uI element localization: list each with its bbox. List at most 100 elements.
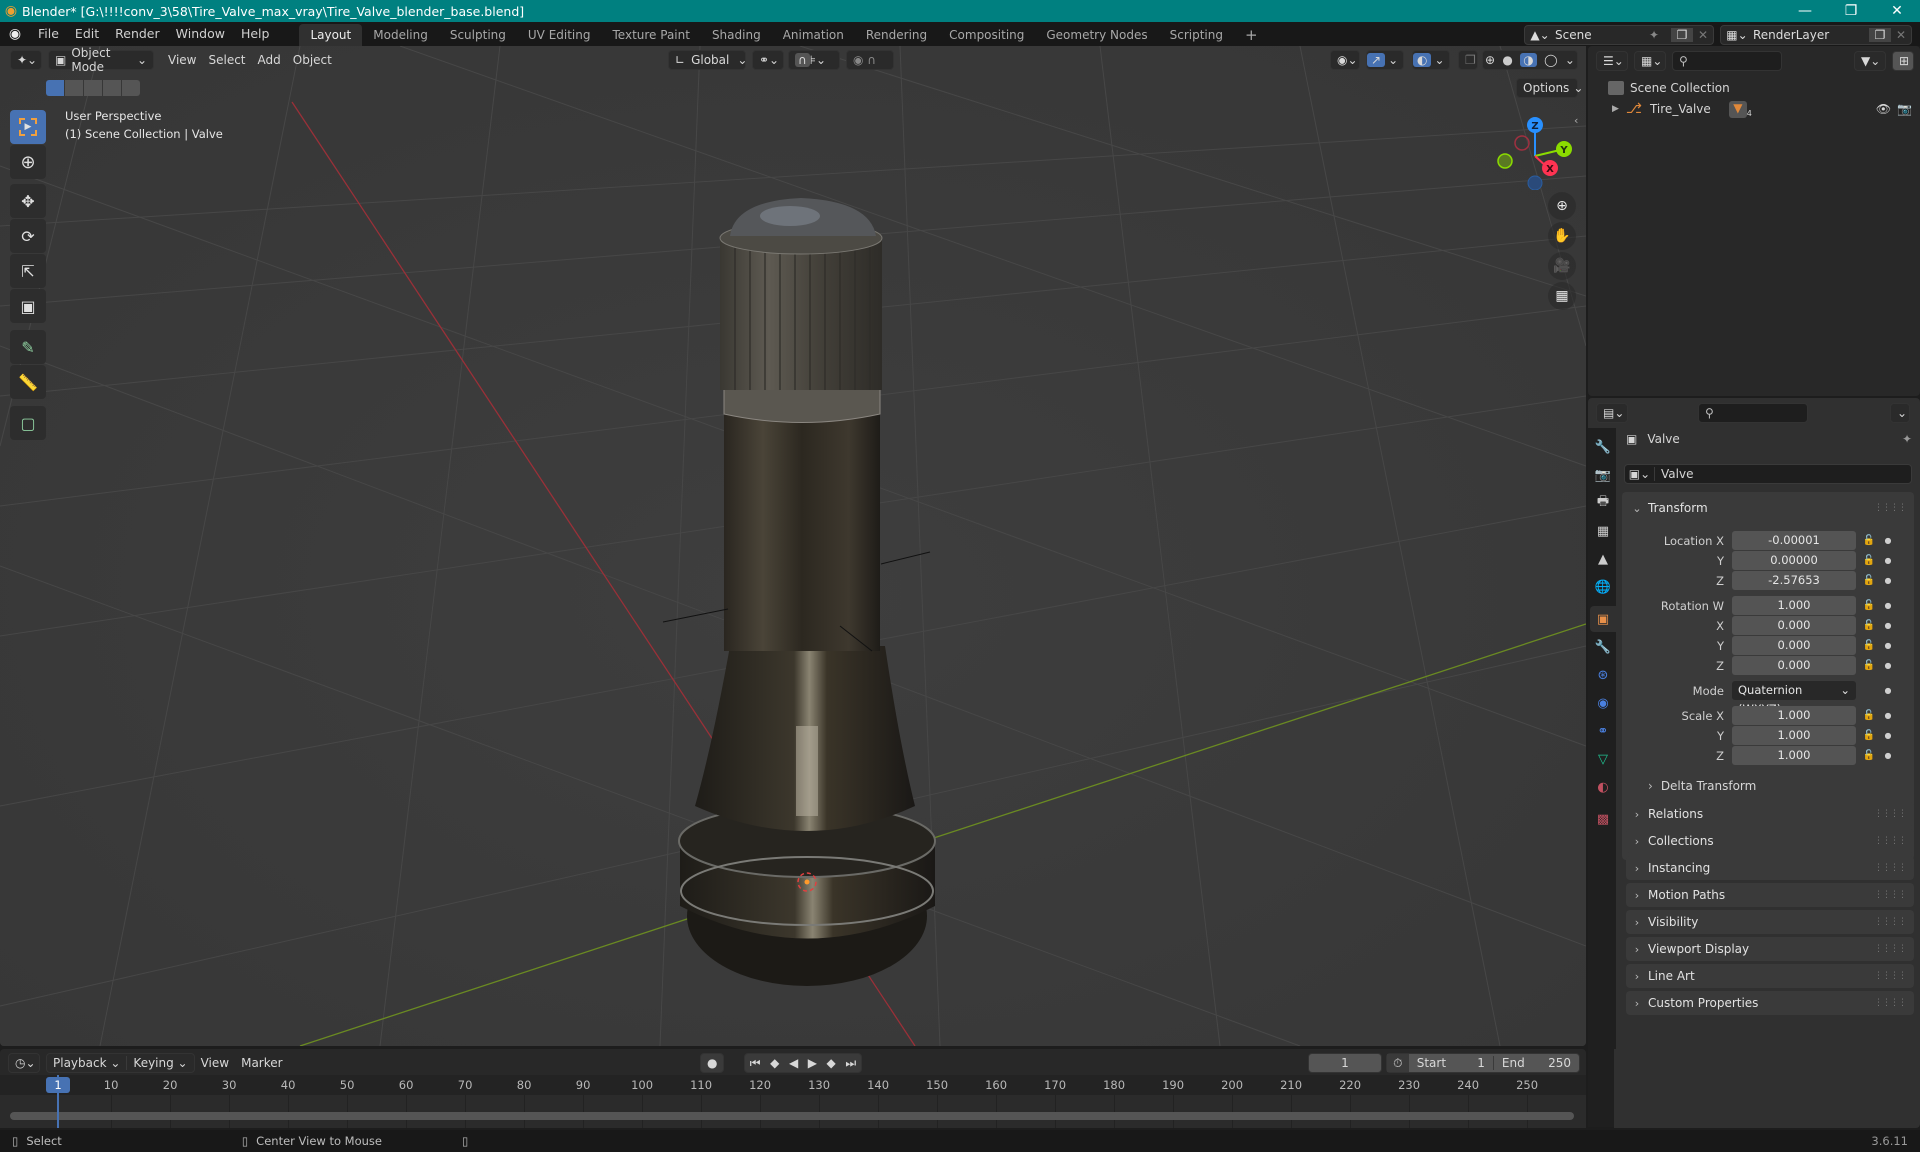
panel-motion-paths[interactable]: › Motion Paths ⋮⋮⋮⋮ <box>1626 883 1914 907</box>
view-layer-selector[interactable]: ▦⌄ RenderLayer ❐ ✕ <box>1720 25 1912 45</box>
tab-modifiers[interactable]: 🔧 <box>1590 634 1616 660</box>
playback-menu[interactable]: Playback ⌄ <box>47 1056 128 1070</box>
lock-icon[interactable]: 🔓 <box>1856 535 1882 546</box>
tab-sculpting[interactable]: Sculpting <box>439 24 517 46</box>
keyframe-dot-icon[interactable]: ● <box>1882 621 1894 630</box>
keyframe-dot-icon[interactable]: ● <box>1882 686 1894 695</box>
minimize-button[interactable]: — <box>1782 0 1828 22</box>
timeline-view-menu[interactable]: View <box>195 1056 235 1070</box>
tool-measure[interactable]: 📏 <box>10 365 46 399</box>
3d-viewport[interactable]: ✦⌄ ▣ Object Mode ⌄ View Select Add Objec… <box>0 46 1586 1046</box>
select-invert-icon[interactable] <box>103 80 121 96</box>
tab-compositing[interactable]: Compositing <box>938 24 1035 46</box>
timeline-marker-menu[interactable]: Marker <box>235 1056 288 1070</box>
blender-menu-icon[interactable]: ◉ <box>0 26 30 42</box>
drag-handle-icon[interactable]: ⋮⋮⋮⋮ <box>1874 863 1907 873</box>
xray-toggle[interactable]: ❐ <box>1458 50 1478 70</box>
timeline-ruler[interactable]: 10 20 30 40 50 60 70 80 90 100 110 120 130 140 150 160 1… <box>0 1075 1586 1095</box>
tab-world[interactable]: 🌐 <box>1590 574 1616 600</box>
delete-layer-icon[interactable]: ✕ <box>1891 28 1911 42</box>
start-frame-field[interactable]: Start 1 <box>1409 1056 1494 1070</box>
menu-view[interactable]: View <box>162 53 202 67</box>
menu-object[interactable]: Object <box>287 53 338 67</box>
location-x-field[interactable]: -0.00001 <box>1732 531 1856 550</box>
material-preview-icon[interactable]: ◑ <box>1520 53 1537 67</box>
drag-handle-icon[interactable]: ⋮⋮⋮⋮ <box>1874 917 1907 927</box>
lock-icon[interactable]: 🔓 <box>1856 710 1882 721</box>
tool-cursor[interactable]: ⊕ <box>10 145 46 179</box>
lock-icon[interactable]: 🔓 <box>1856 660 1882 671</box>
panel-custom-properties[interactable]: › Custom Properties ⋮⋮⋮⋮ <box>1626 991 1914 1015</box>
gizmo-neg-y[interactable] <box>1497 153 1513 169</box>
location-z-field[interactable]: -2.57653 <box>1732 571 1856 590</box>
tool-transform[interactable]: ▣ <box>10 289 46 323</box>
new-layer-icon[interactable]: ❐ <box>1869 28 1891 42</box>
tab-render[interactable]: 📷 <box>1590 462 1616 488</box>
rotation-x-field[interactable]: 0.000 <box>1732 616 1856 635</box>
properties-editor-type[interactable]: ▤⌄ <box>1596 403 1628 423</box>
menu-help[interactable]: Help <box>233 22 278 46</box>
pin-icon[interactable]: ✦ <box>1649 28 1671 42</box>
timeline-track[interactable] <box>0 1095 1586 1128</box>
tab-scripting[interactable]: Scripting <box>1159 24 1234 46</box>
gizmo-neg-x[interactable] <box>1514 135 1530 151</box>
location-y-field[interactable]: 0.00000 <box>1732 551 1856 570</box>
pivot-point-dropdown[interactable]: ⚭⌄ <box>752 50 784 70</box>
transform-orientation-dropdown[interactable]: ∟ Global ⌄ <box>668 50 747 70</box>
display-mode-dropdown[interactable]: ▦⌄ <box>1634 51 1666 71</box>
drag-handle-icon[interactable]: ⋮⋮⋮⋮ <box>1874 998 1907 1008</box>
select-extend-icon[interactable] <box>65 80 83 96</box>
tab-shading[interactable]: Shading <box>701 24 772 46</box>
tab-view-layer[interactable]: ▦ <box>1590 518 1616 544</box>
ortho-toggle-button[interactable]: ▦ <box>1548 282 1576 310</box>
object-name-field[interactable]: ▣⌄ Valve <box>1624 464 1912 484</box>
tool-rotate[interactable]: ⟳ <box>10 219 46 253</box>
outliner-search-input[interactable]: ⚲ <box>1672 51 1782 71</box>
sidebar-toggle-icon[interactable]: ‹ <box>1574 114 1578 127</box>
editor-type-button[interactable]: ✦⌄ <box>10 50 42 70</box>
close-button[interactable]: ✕ <box>1874 0 1920 22</box>
timeline-editor-type[interactable]: ◷⌄ <box>8 1053 40 1073</box>
delta-transform-subpanel[interactable]: › Delta Transform <box>1648 776 1756 796</box>
transform-panel-header[interactable]: ⌄ Transform ⋮⋮⋮⋮ <box>1626 496 1914 520</box>
delete-scene-icon[interactable]: ✕ <box>1693 28 1713 42</box>
menu-window[interactable]: Window <box>168 22 233 46</box>
scene-name[interactable]: Scene <box>1555 28 1649 42</box>
object-mode-dropdown[interactable]: ▣ Object Mode ⌄ <box>48 46 154 74</box>
rotation-y-field[interactable]: 0.000 <box>1732 636 1856 655</box>
keyframe-dot-icon[interactable]: ● <box>1882 536 1894 545</box>
rotation-mode-dropdown[interactable]: Quaternion (WXYZ) ⌄ <box>1732 681 1856 716</box>
panel-relations[interactable]: › Relations ⋮⋮⋮⋮ <box>1626 802 1914 826</box>
keyframe-dot-icon[interactable]: ● <box>1882 751 1894 760</box>
end-frame-field[interactable]: End 250 <box>1494 1056 1579 1070</box>
object-type-icon[interactable]: ▣⌄ <box>1625 467 1655 481</box>
menu-file[interactable]: File <box>30 22 67 46</box>
tab-output[interactable]: 🖶 <box>1590 490 1616 516</box>
scale-z-field[interactable]: 1.000 <box>1732 746 1856 765</box>
tab-object[interactable]: ▣ <box>1590 606 1616 632</box>
tab-data[interactable]: ▽ <box>1590 746 1616 772</box>
drag-handle-icon[interactable]: ⋮⋮⋮⋮ <box>1874 836 1907 846</box>
add-workspace-button[interactable]: + <box>1234 24 1269 46</box>
pan-view-button[interactable]: ✋ <box>1548 222 1576 250</box>
proportional-edit-toggle[interactable]: ◉ ∩ <box>846 50 894 70</box>
render-layer-name[interactable]: RenderLayer <box>1753 28 1869 42</box>
render-camera-icon[interactable]: 📷 <box>1897 102 1912 116</box>
keyframe-dot-icon[interactable]: ● <box>1882 556 1894 565</box>
tab-tool[interactable]: 🔧 <box>1590 434 1616 460</box>
menu-select[interactable]: Select <box>202 53 251 67</box>
tool-scale[interactable]: ⇱ <box>10 254 46 288</box>
play-icon[interactable]: ▶ <box>808 1056 817 1070</box>
outliner-editor-type[interactable]: ☰⌄ <box>1596 51 1628 71</box>
menu-render[interactable]: Render <box>107 22 168 46</box>
properties-search-input[interactable]: ⚲ <box>1698 403 1808 423</box>
tab-geometry-nodes[interactable]: Geometry Nodes <box>1035 24 1158 46</box>
lock-icon[interactable]: 🔓 <box>1856 750 1882 761</box>
keyframe-dot-icon[interactable]: ● <box>1882 731 1894 740</box>
tab-material[interactable]: ◐ <box>1590 774 1616 800</box>
keyframe-dot-icon[interactable]: ● <box>1882 711 1894 720</box>
panel-collections[interactable]: › Collections ⋮⋮⋮⋮ <box>1626 829 1914 853</box>
scene-selector[interactable]: ▲⌄ Scene ✦ ❐ ✕ <box>1524 25 1714 45</box>
gizmo-toggle[interactable]: ↗ ⌄ <box>1366 50 1404 70</box>
tab-constraints[interactable]: ⚭ <box>1590 718 1616 744</box>
